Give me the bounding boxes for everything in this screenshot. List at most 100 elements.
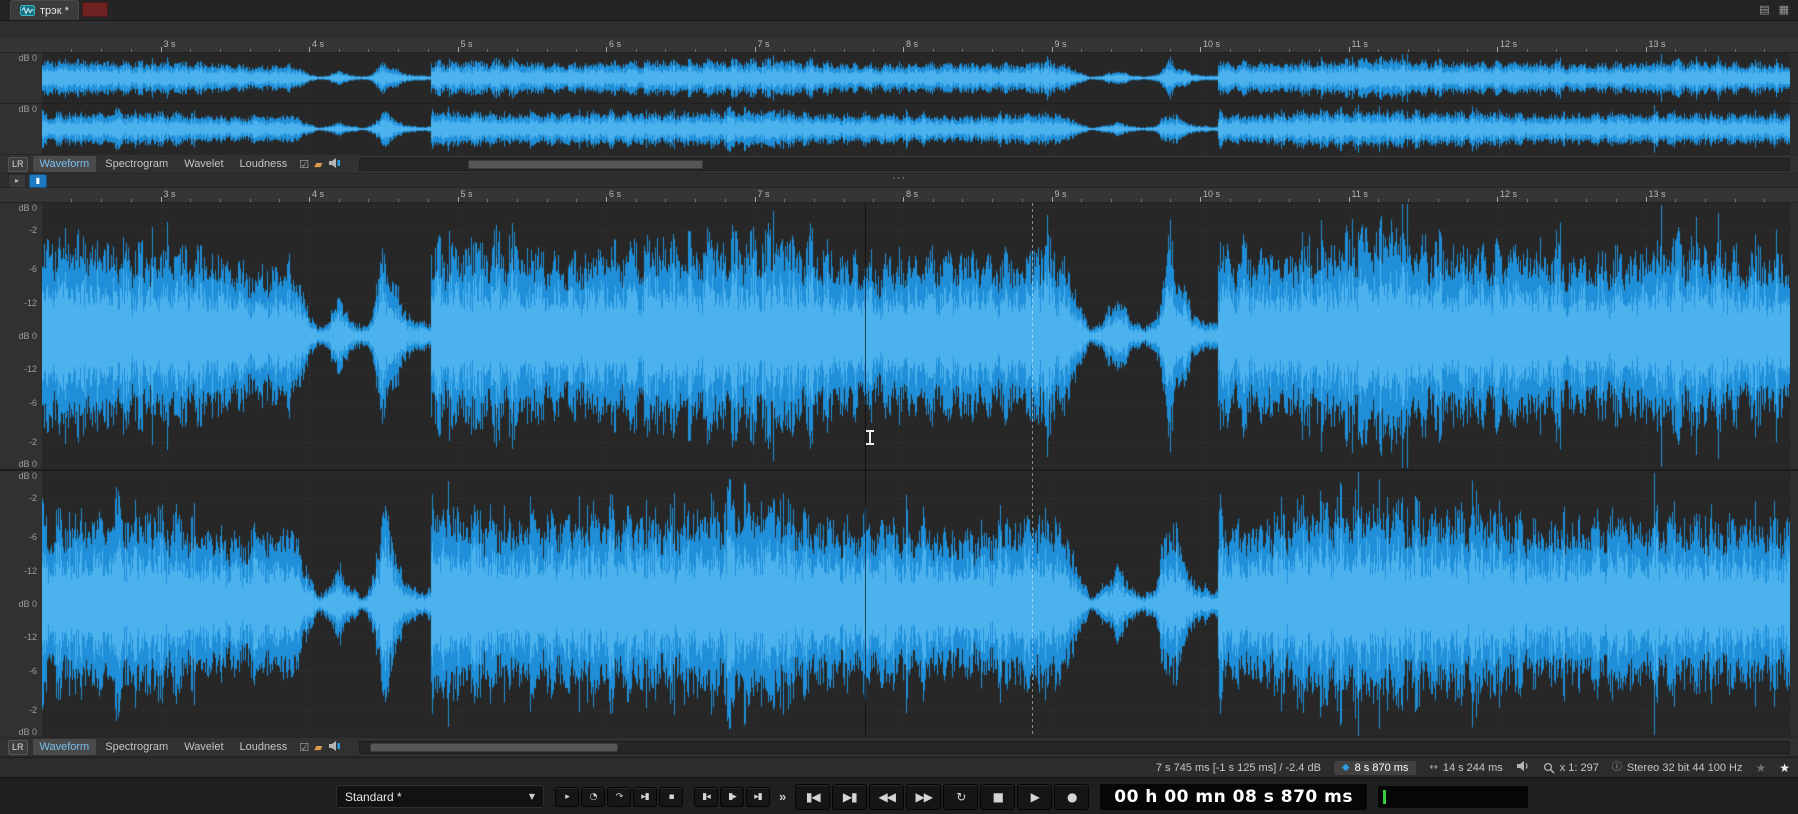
pen-tool-icon[interactable]: ▰ [314, 159, 322, 170]
timecode-button[interactable]: ◔ [581, 786, 605, 807]
tick-label: 11 s [1351, 189, 1368, 199]
main-waveform-right[interactable] [42, 471, 1790, 737]
tick-label: 7 s [757, 189, 770, 199]
tab-wavelet[interactable]: Wavelet [177, 156, 230, 172]
monitor-speaker-icon[interactable] [328, 157, 342, 171]
zoom-control[interactable]: x 1: 297 [1543, 762, 1599, 774]
tab-loudness[interactable]: Loudness [233, 156, 295, 172]
tab-wavelet[interactable]: Wavelet [177, 739, 230, 755]
next-marker-button[interactable]: ▸▮ [746, 786, 770, 807]
time-display[interactable]: 00 h 00 mn 08 s 870 ms [1100, 783, 1367, 810]
minor-tick [813, 199, 815, 202]
tab-loudness[interactable]: Loudness [233, 739, 295, 755]
level-meter-bar [1383, 789, 1386, 804]
file-length-box[interactable]: ↔ 14 s 244 ms [1429, 762, 1502, 774]
goto-start-button[interactable]: ▮◀ [795, 783, 831, 810]
minor-tick [368, 199, 370, 202]
minor-tick [546, 199, 548, 202]
channel-selector[interactable]: LR [8, 156, 28, 172]
major-tick [309, 197, 310, 202]
pen-tool-icon[interactable]: ▰ [314, 742, 322, 753]
fast-forward-button[interactable]: ▶▶ [906, 783, 942, 810]
audio-properties[interactable]: ⓘ Stereo 32 bit 44 100 Hz [1612, 762, 1743, 774]
minor-tick [1437, 49, 1439, 52]
panel-splitter[interactable]: ▸ ▮ ··· [0, 172, 1798, 188]
stop-button[interactable]: ■ [980, 783, 1016, 810]
time-selection-button[interactable]: ▮ [29, 174, 47, 188]
level-label: dB 0 [18, 331, 37, 341]
minor-tick [101, 199, 103, 202]
overview-time-ruler[interactable]: 3 s 4 s 5 s 6 s 7 s 8 s 9 s 10 s 11 s 12 s 13 s [0, 38, 1798, 53]
minor-tick [1764, 199, 1766, 202]
main-scrollbar-thumb[interactable] [369, 742, 619, 752]
record-button[interactable]: ● [1054, 783, 1090, 810]
play-tool-button[interactable]: ▸ [8, 174, 26, 188]
overview-scrollbar-thumb[interactable] [468, 159, 703, 169]
more-controls-button[interactable]: » [779, 789, 786, 804]
play-from-marker-button[interactable]: ▮▸ [720, 786, 744, 807]
edit-cursor-icon: ◆ [1341, 761, 1350, 773]
tab-waveform[interactable]: Waveform [32, 156, 97, 172]
level-ruler-right: dB 0 -2 -6 -12 dB 0 -12 -6 -2 dB 0 [0, 471, 42, 737]
monitor-speaker-icon[interactable] [328, 740, 342, 754]
document-tab-title: трэк * [40, 4, 69, 17]
favorite-star-dim-icon[interactable]: ★ [1755, 762, 1766, 774]
level-label: -6 [28, 397, 37, 408]
document-tab[interactable]: трэк * [10, 0, 79, 20]
previous-marker-button[interactable]: ▮◂ [694, 786, 718, 807]
main-waveform-left[interactable] [42, 203, 1790, 469]
overview-horizontal-scrollbar[interactable] [358, 157, 1790, 171]
edit-indicator-icon[interactable]: ☑ [299, 159, 309, 170]
minor-tick [1467, 199, 1469, 202]
minor-tick [1289, 199, 1291, 202]
list-view-icon[interactable]: ▤ [1759, 3, 1769, 16]
main-horizontal-scrollbar[interactable] [358, 740, 1790, 754]
edit-cursor-line [1032, 203, 1033, 737]
tab-waveform[interactable]: Waveform [32, 739, 97, 755]
minor-tick [873, 199, 875, 202]
minor-tick [71, 49, 73, 52]
channel-selector[interactable]: LR [8, 739, 28, 755]
magnifier-icon [1543, 762, 1555, 774]
major-tick [1645, 47, 1647, 52]
file-length-icon: ↔ [1429, 761, 1438, 773]
minor-tick [249, 199, 251, 202]
overview-waveform-left[interactable] [42, 53, 1790, 103]
tick-label: 3 s [163, 39, 176, 49]
minor-tick [1318, 199, 1320, 202]
play-selection-button[interactable]: ▸▮ [633, 786, 657, 807]
minor-tick [249, 49, 251, 52]
level-label: dB 0 [18, 203, 37, 213]
favorite-star-icon[interactable]: ★ [1779, 762, 1790, 774]
major-tick [1348, 47, 1350, 52]
cursor-time-box[interactable]: ◆ 8 s 870 ms [1333, 760, 1417, 775]
tab-spectrogram[interactable]: Spectrogram [98, 156, 175, 172]
minor-tick [784, 199, 786, 202]
tab-spectrogram[interactable]: Spectrogram [98, 739, 175, 755]
level-label: -2 [28, 225, 37, 236]
overview-waveform-right[interactable] [42, 104, 1790, 154]
playback-from-anchor-button[interactable]: ▸ [555, 786, 579, 807]
major-tick [903, 197, 904, 202]
loop-button[interactable]: ↻ [943, 783, 979, 810]
level-label: dB 0 [18, 459, 37, 469]
major-tick [309, 47, 310, 52]
transport-preset-select[interactable]: Standard * ▼ [336, 785, 544, 808]
minor-tick [932, 199, 934, 202]
major-tick [606, 47, 607, 52]
tick-label: 3 s [163, 189, 176, 199]
grid-view-icon[interactable]: ▦ [1779, 3, 1789, 16]
goto-end-button[interactable]: ▶▮ [832, 783, 868, 810]
playback-monitor-icon[interactable] [1516, 760, 1530, 775]
edit-indicator-icon[interactable]: ☑ [299, 742, 309, 753]
minor-tick [219, 199, 221, 202]
wavelab-window: трэк * ▤ ▦ 3 s 4 s 5 s 6 s 7 s 8 s 9 s 10 s 11 s… [0, 0, 1798, 814]
tick-label: 5 s [460, 39, 473, 49]
main-time-ruler[interactable]: 3 s 4 s 5 s 6 s 7 s 8 s 9 s 10 s 11 s 12 s 13 s [0, 188, 1798, 203]
minor-tick [130, 49, 132, 52]
jump-back-button[interactable]: ↷ [607, 786, 631, 807]
rewind-button[interactable]: ◀◀ [869, 783, 905, 810]
stop-at-end-button[interactable]: ▪ [659, 786, 683, 807]
splitter-handle[interactable]: ··· [892, 172, 906, 184]
play-button[interactable]: ▶ [1017, 783, 1053, 810]
